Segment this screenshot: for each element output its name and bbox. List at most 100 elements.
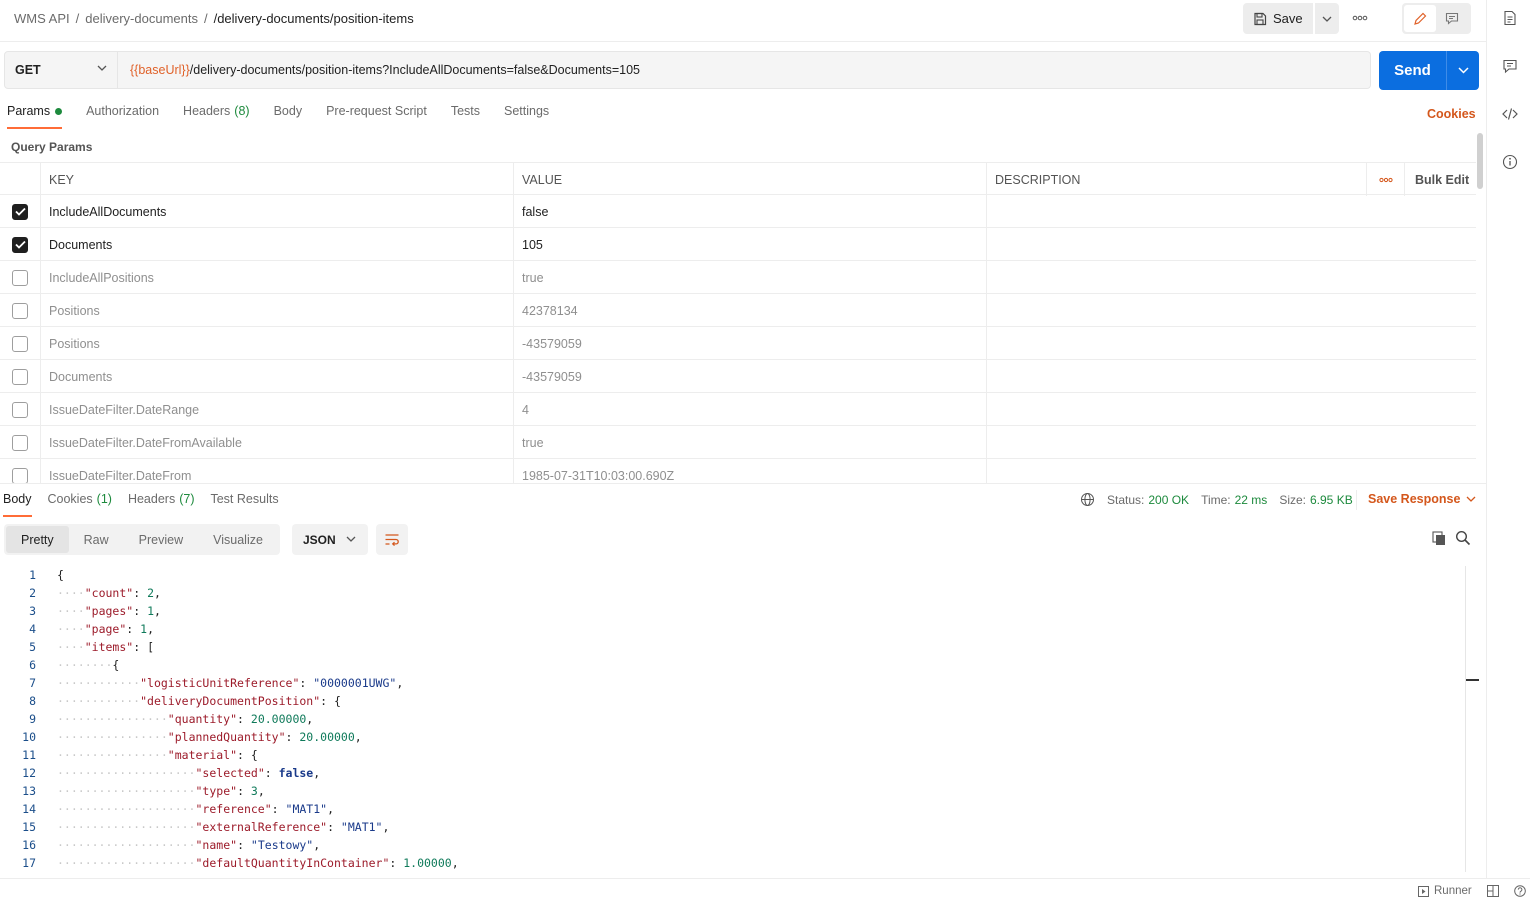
tab-label: Cookies [47,492,93,506]
param-key-cell[interactable]: Positions [40,294,514,327]
param-value-cell[interactable]: 1985-07-31T10:03:00.690Z [513,459,987,483]
code-icon[interactable] [1502,106,1518,122]
param-key-cell[interactable]: IncludeAllPositions [40,261,514,294]
pane-divider[interactable] [0,483,1486,484]
wrap-lines-button[interactable] [376,524,408,555]
param-key-cell[interactable]: Positions [40,327,514,360]
params-scrollbar[interactable] [1477,133,1483,189]
code-line: 17 ····················"defaultQuantityIn… [0,854,1466,872]
param-value-cell[interactable]: true [513,261,987,294]
param-value-cell[interactable]: -43579059 [513,360,987,393]
param-key-cell[interactable]: IncludeAllDocuments [40,195,514,228]
param-description-cell[interactable] [986,327,1476,360]
globe-icon[interactable] [1080,492,1095,507]
save-button[interactable]: Save [1243,3,1313,34]
param-value-cell[interactable]: 42378134 [513,294,987,327]
tab-response-body[interactable]: Body [3,492,32,517]
param-value-cell[interactable]: true [513,426,987,459]
breadcrumb-collection[interactable]: WMS API [14,11,70,26]
more-options-button[interactable] [1346,9,1374,27]
view-raw[interactable]: Raw [69,526,124,553]
param-checkbox[interactable] [12,269,28,286]
param-value-cell[interactable]: false [513,195,987,228]
tab-test-results[interactable]: Test Results [210,492,278,516]
tab-authorization[interactable]: Authorization [86,104,159,128]
param-key-cell[interactable]: Documents [40,228,514,261]
param-key-cell[interactable]: IssueDateFilter.DateFrom [40,459,514,483]
json-value: false [278,766,314,780]
param-checkbox[interactable] [12,368,28,385]
tab-tests[interactable]: Tests [451,104,480,128]
row-check-cell [0,327,40,360]
line-number: 12 [22,766,36,780]
breadcrumb-folder[interactable]: delivery-documents [85,11,198,26]
param-description-cell[interactable] [986,426,1476,459]
code-text: ················"plannedQuantity": 20.00… [57,730,362,744]
tab-response-headers[interactable]: Headers (7) [128,492,195,516]
search-icon[interactable] [1455,530,1471,546]
response-size[interactable]: 6.95 KB [1310,493,1353,507]
tab-response-cookies[interactable]: Cookies (1) [48,492,112,516]
param-description-cell[interactable] [986,393,1476,426]
column-options-button[interactable] [1366,163,1405,196]
table-row: IssueDateFilter.DateRange 4 [0,393,1476,426]
param-checkbox[interactable] [12,335,28,352]
bulk-edit-button[interactable]: Bulk Edit [1404,163,1476,196]
param-checkbox[interactable] [12,434,28,451]
save-options-button[interactable] [1314,3,1339,34]
format-select[interactable]: JSON [292,524,368,555]
param-key-cell[interactable]: IssueDateFilter.DateFromAvailable [40,426,514,459]
check-icon [14,240,26,249]
param-key-cell[interactable]: Documents [40,360,514,393]
status-code[interactable]: 200 OK [1148,493,1189,507]
view-visualize[interactable]: Visualize [198,526,278,553]
param-description-cell[interactable] [986,195,1476,228]
view-preview[interactable]: Preview [124,526,198,553]
help-icon[interactable] [1514,885,1526,897]
param-value-cell[interactable]: -43579059 [513,327,987,360]
edit-mode-button[interactable] [1404,5,1436,32]
method-select[interactable]: GET [4,51,118,89]
response-body-editor[interactable]: 1{2 ····"count": 2, 3 ····"pages": 1, 4 ····"… [0,566,1466,872]
save-response-button[interactable]: Save Response [1355,490,1476,510]
line-number: 10 [22,730,36,744]
param-description-cell[interactable] [986,228,1476,261]
param-checkbox[interactable] [12,203,28,220]
code-text: ····"count": 2, [57,586,161,600]
param-description-cell[interactable] [986,294,1476,327]
param-checkbox[interactable] [12,302,28,319]
send-button[interactable]: Send [1379,51,1446,90]
cookies-link[interactable]: Cookies [1427,107,1476,121]
tab-headers[interactable]: Headers (8) [183,104,250,128]
param-description-cell[interactable] [986,261,1476,294]
documentation-icon[interactable] [1502,10,1518,26]
copy-icon[interactable] [1431,530,1447,546]
param-checkbox[interactable] [12,236,28,253]
response-time[interactable]: 22 ms [1235,493,1268,507]
tab-label: Tests [450,104,480,118]
param-value-cell[interactable]: 105 [513,228,987,261]
tab-body[interactable]: Body [274,104,303,128]
comment-mode-button[interactable] [1436,5,1468,32]
param-checkbox[interactable] [12,401,28,418]
runner-button[interactable]: Runner [1418,885,1472,897]
breadcrumb-request[interactable]: /delivery-documents/position-items [214,11,414,26]
view-pretty[interactable]: Pretty [6,526,69,553]
line-number: 17 [22,856,36,870]
param-description-cell[interactable] [986,459,1476,483]
param-checkbox[interactable] [12,467,28,483]
method-value: GET [15,63,41,77]
param-description-cell[interactable] [986,360,1476,393]
tab-pre-request-script[interactable]: Pre-request Script [326,104,427,128]
editor-scrollbar-track[interactable] [1465,566,1466,872]
param-key-cell[interactable]: IssueDateFilter.DateRange [40,393,514,426]
json-punctuation: , [354,730,362,744]
tab-params[interactable]: Params [7,104,63,129]
info-icon[interactable] [1502,154,1518,170]
tab-settings[interactable]: Settings [504,104,549,128]
send-options-button[interactable] [1446,51,1479,90]
param-value-cell[interactable]: 4 [513,393,987,426]
url-input[interactable]: {{baseUrl}}/delivery-documents/position-… [118,51,1371,89]
comments-icon[interactable] [1502,58,1518,74]
two-pane-icon[interactable] [1487,885,1499,897]
